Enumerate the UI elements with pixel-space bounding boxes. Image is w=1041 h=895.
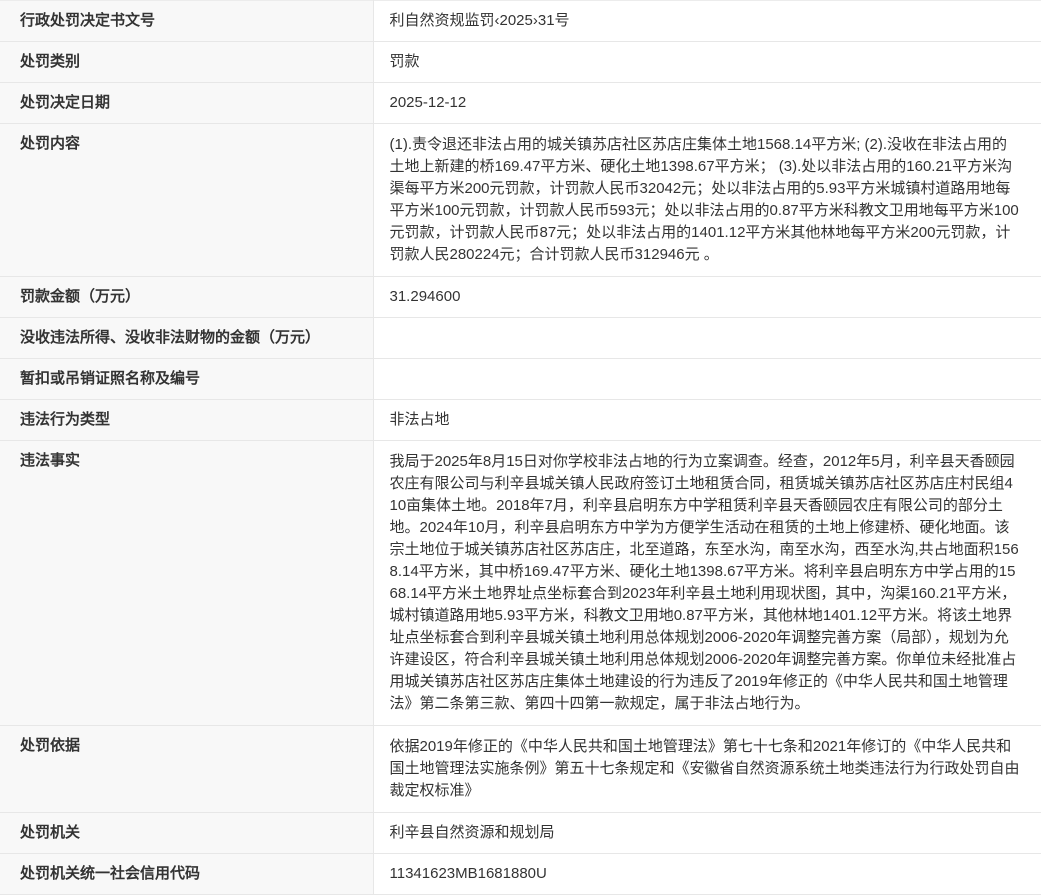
row-label-penalty-authority: 处罚机关 xyxy=(0,812,374,854)
row-value-authority-credit-code: 11341623MB1681880U xyxy=(373,853,1041,895)
row-value-penalty-category: 罚款 xyxy=(373,41,1041,83)
row-value-confiscation-amount xyxy=(373,317,1041,359)
row-label-violation-type: 违法行为类型 xyxy=(0,399,374,441)
row-value-penalty-authority: 利辛县自然资源和规划局 xyxy=(373,812,1041,854)
row-value-license-suspension xyxy=(373,358,1041,400)
table-row: 处罚机关统一社会信用代码 11341623MB1681880U xyxy=(0,853,1041,895)
table-row: 违法事实 我局于2025年8月15日对你学校非法占地的行为立案调查。经查，201… xyxy=(0,440,1041,726)
row-label-penalty-content: 处罚内容 xyxy=(0,123,374,277)
row-value-document-number: 利自然资规监罚‹2025›31号 xyxy=(373,0,1041,42)
table-row: 暂扣或吊销证照名称及编号 xyxy=(0,358,1041,400)
row-label-decision-date: 处罚决定日期 xyxy=(0,82,374,124)
table-row: 违法行为类型 非法占地 xyxy=(0,399,1041,441)
row-label-penalty-category: 处罚类别 xyxy=(0,41,374,83)
row-label-penalty-basis: 处罚依据 xyxy=(0,725,374,813)
row-value-violation-facts: 我局于2025年8月15日对你学校非法占地的行为立案调查。经查，2012年5月，… xyxy=(373,440,1041,726)
table-row: 处罚决定日期 2025-12-12 xyxy=(0,82,1041,124)
row-label-fine-amount: 罚款金额（万元） xyxy=(0,276,374,318)
row-value-violation-type: 非法占地 xyxy=(373,399,1041,441)
penalty-info-table: 行政处罚决定书文号 利自然资规监罚‹2025›31号 处罚类别 罚款 处罚决定日… xyxy=(0,0,1041,895)
row-label-license-suspension: 暂扣或吊销证照名称及编号 xyxy=(0,358,374,400)
table-row: 行政处罚决定书文号 利自然资规监罚‹2025›31号 xyxy=(0,0,1041,42)
row-value-penalty-content: (1).责令退还非法占用的城关镇苏店社区苏店庄集体土地1568.14平方米; (… xyxy=(373,123,1041,277)
row-label-document-number: 行政处罚决定书文号 xyxy=(0,0,374,42)
row-label-confiscation-amount: 没收违法所得、没收非法财物的金额（万元） xyxy=(0,317,374,359)
row-value-fine-amount: 31.294600 xyxy=(373,276,1041,318)
row-label-authority-credit-code: 处罚机关统一社会信用代码 xyxy=(0,853,374,895)
table-row: 处罚依据 依据2019年修正的《中华人民共和国土地管理法》第七十七条和2021年… xyxy=(0,725,1041,813)
row-value-decision-date: 2025-12-12 xyxy=(373,82,1041,124)
table-row: 处罚内容 (1).责令退还非法占用的城关镇苏店社区苏店庄集体土地1568.14平… xyxy=(0,123,1041,277)
table-row: 处罚机关 利辛县自然资源和规划局 xyxy=(0,812,1041,854)
table-row: 没收违法所得、没收非法财物的金额（万元） xyxy=(0,317,1041,359)
table-row: 罚款金额（万元） 31.294600 xyxy=(0,276,1041,318)
row-value-penalty-basis: 依据2019年修正的《中华人民共和国土地管理法》第七十七条和2021年修订的《中… xyxy=(373,725,1041,813)
row-label-violation-facts: 违法事实 xyxy=(0,440,374,726)
table-row: 处罚类别 罚款 xyxy=(0,41,1041,83)
